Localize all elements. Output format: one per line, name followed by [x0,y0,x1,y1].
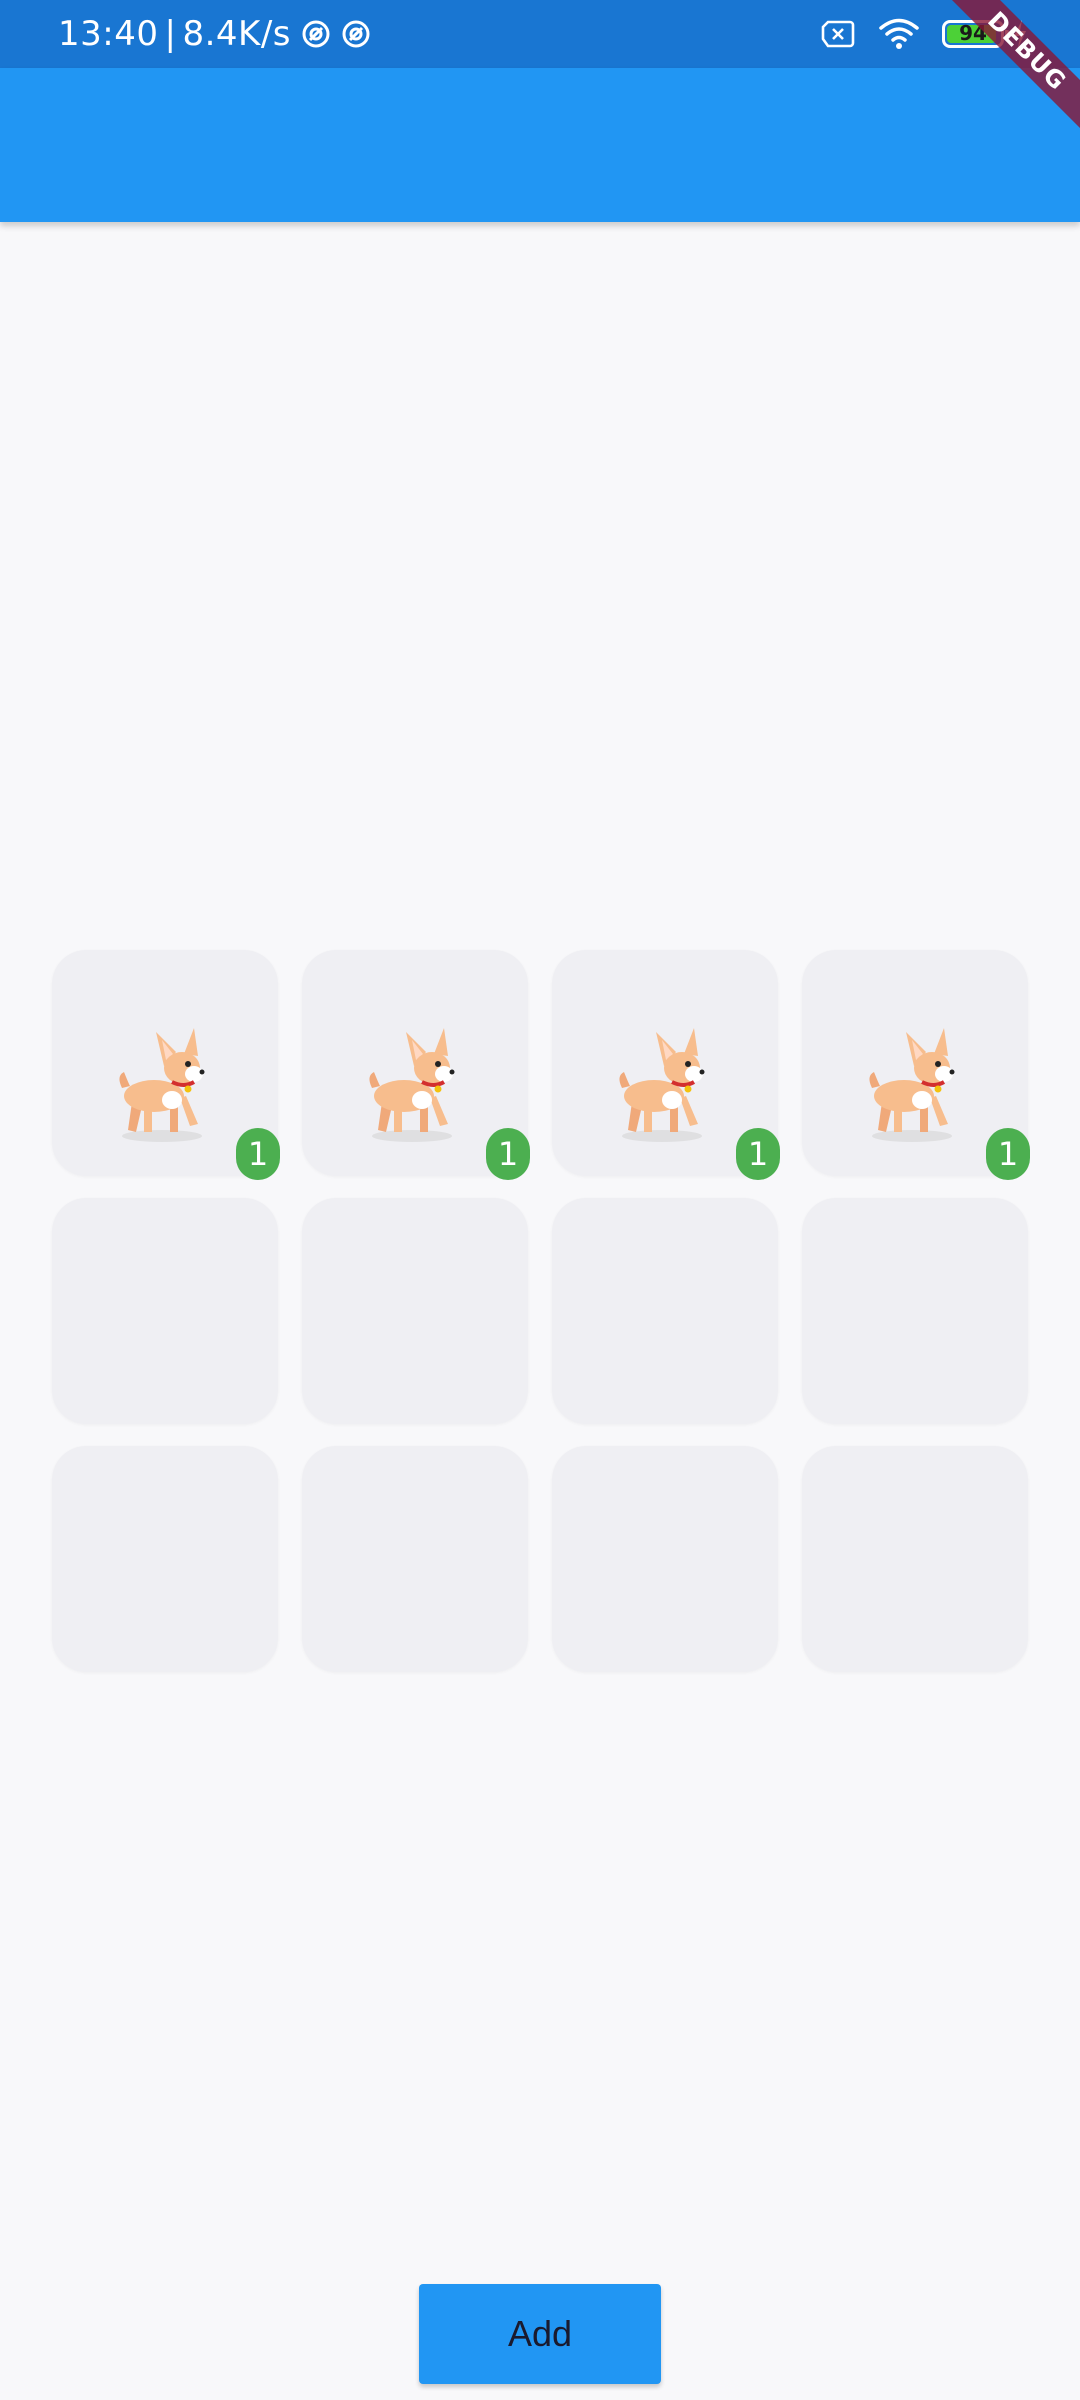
status-left: 13:40 | 8.4K/s [58,12,371,56]
grid-cell[interactable] [302,1446,528,1672]
grid-cell[interactable]: 1 [802,950,1030,1180]
dog-icon [114,1026,214,1144]
count-badge: 1 [736,1128,780,1180]
grid-cell[interactable]: 1 [552,950,780,1180]
count-badge: 1 [986,1128,1030,1180]
grid-cell[interactable] [552,1198,778,1424]
item-grid: 1 1 1 1 [52,950,1030,1672]
status-separator: | [164,14,177,54]
count-badge: 1 [236,1128,280,1180]
at-icon [302,20,330,48]
wifi-icon [879,18,919,49]
count-badge: 1 [486,1128,530,1180]
grid-cell[interactable] [802,1446,1028,1672]
dog-icon [614,1026,714,1144]
status-time: 13:40 [58,14,159,54]
status-bar: 13:40 | 8.4K/s 94 [0,0,1080,68]
grid-cell[interactable] [302,1198,528,1424]
app-screen: 13:40 | 8.4K/s 94 DEBUG 1 1 1 1 Add [0,0,1080,2400]
grid-cell[interactable] [802,1198,1028,1424]
app-bar [0,68,1080,222]
grid-cell[interactable]: 1 [302,950,530,1180]
debug-banner: DEBUG [940,0,1080,140]
sim-error-icon [821,20,855,48]
grid-cell[interactable]: 1 [52,950,280,1180]
add-button[interactable]: Add [419,2284,661,2384]
dog-icon [864,1026,964,1144]
grid-cell[interactable] [552,1446,778,1672]
network-speed: 8.4K/s [182,14,291,54]
at-icon [342,20,370,48]
debug-banner-label: DEBUG [947,0,1080,131]
grid-cell[interactable] [52,1446,278,1672]
grid-cell[interactable] [52,1198,278,1424]
dog-icon [364,1026,464,1144]
